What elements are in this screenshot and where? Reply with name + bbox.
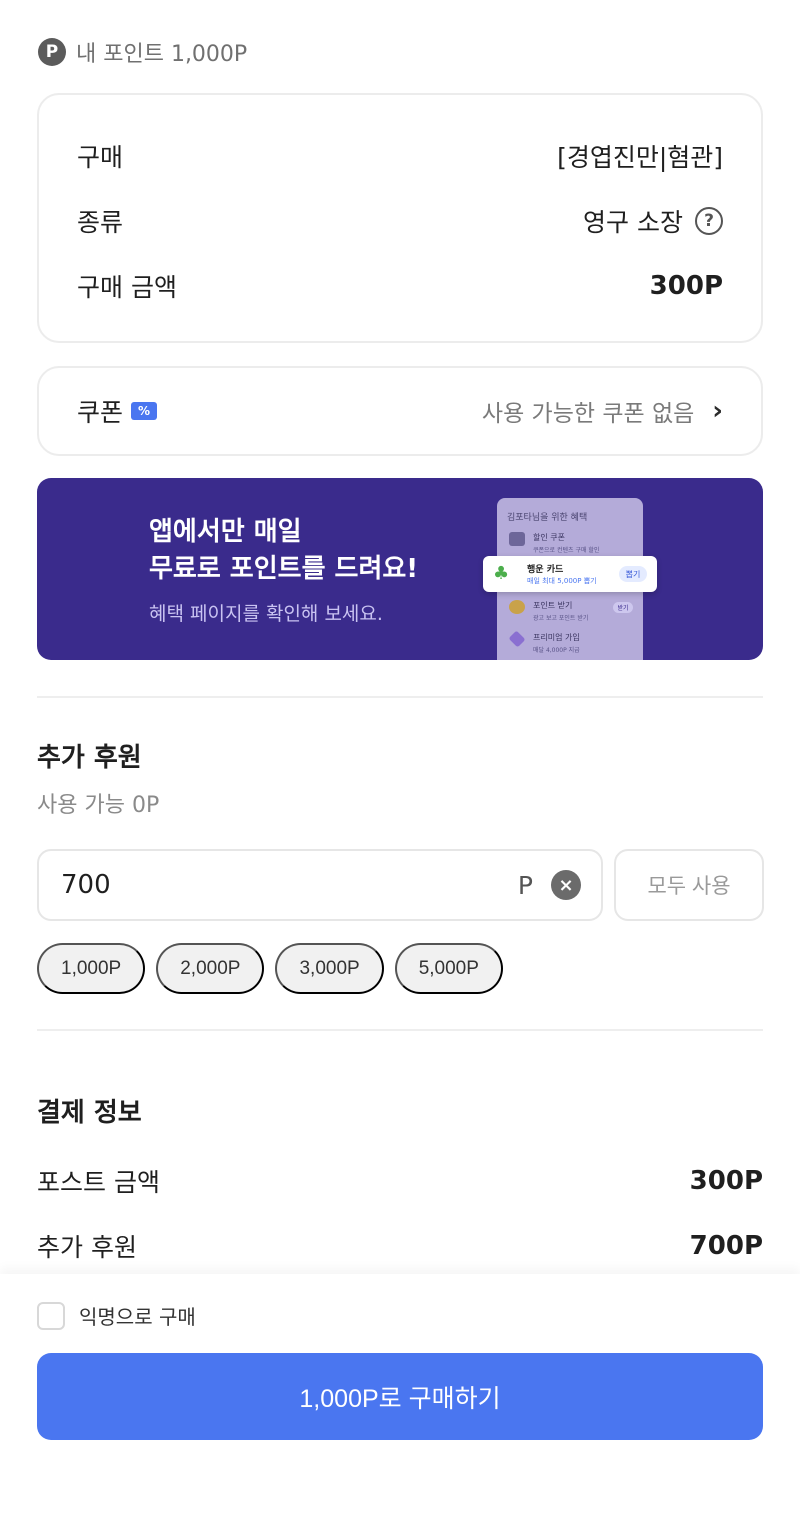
mockup-item-sub: 매달 4,000P 지급 xyxy=(533,647,580,654)
payment-row: 추가 후원 700P xyxy=(37,1228,763,1264)
donation-amount-field[interactable]: P × xyxy=(37,849,603,921)
amount-chip-1000[interactable]: 1,000P xyxy=(37,943,146,994)
chevron-right-icon: › xyxy=(712,396,723,426)
buy-button[interactable]: 1,000P로 구매하기 xyxy=(37,1353,763,1440)
coupon-icon: % xyxy=(131,402,158,420)
clear-icon[interactable]: × xyxy=(551,870,581,900)
purchase-summary-card: 구매 [경엽진만|혐관] 종류 영구 소장 ? 구매 금액 300P xyxy=(37,93,763,343)
anonymous-purchase-option[interactable]: 익명으로 구매 xyxy=(37,1301,196,1330)
coin-icon xyxy=(509,600,525,614)
anonymous-checkbox[interactable] xyxy=(37,1301,65,1330)
purchase-item-value: [경엽진만|혐관] xyxy=(557,142,723,172)
mockup-lucky-card: ♣ 행운 카드 매일 최대 5,000P 뽑기 뽑기 xyxy=(483,556,657,592)
mockup-item-title: 할인 쿠폰 xyxy=(533,533,565,542)
coupon-status-wrap: 사용 가능한 쿠폰 없음 › xyxy=(482,394,723,428)
diamond-icon xyxy=(508,630,526,648)
banner-subtitle: 혜택 페이지를 확인해 보세요. xyxy=(149,603,383,625)
clover-icon: ♣ xyxy=(493,563,510,584)
donation-available: 사용 가능 0P xyxy=(37,793,160,818)
payment-row: 포스트 금액 300P xyxy=(37,1163,763,1199)
coupon-label-wrap: 쿠폰 % xyxy=(77,393,158,429)
lucky-card-sub: 매일 최대 5,000P 뽑기 xyxy=(527,577,597,585)
banner-title: 앱에서만 매일 무료로 포인트를 드려요! xyxy=(149,514,418,588)
donation-unit: P xyxy=(517,870,533,900)
points-icon: P xyxy=(38,38,66,66)
bottom-action-bar: 익명으로 구매 1,000P로 구매하기 xyxy=(0,1274,800,1520)
mockup-item-title: 포인트 받기 xyxy=(533,601,573,610)
banner-title-line2: 무료로 포인트를 드려요! xyxy=(149,554,419,584)
purchase-amount-value: 300P xyxy=(649,270,723,301)
mockup-header: 김포타님을 위한 혜택 xyxy=(507,513,588,523)
payment-donation-value: 700P xyxy=(689,1231,763,1261)
purchase-type-value-wrap: 영구 소장 ? xyxy=(583,203,723,239)
help-icon[interactable]: ? xyxy=(695,206,723,235)
lucky-card-title: 행운 카드 xyxy=(527,565,564,575)
purchase-type-label: 종류 xyxy=(77,207,124,237)
ticket-icon xyxy=(509,532,525,546)
banner-title-line1: 앱에서만 매일 xyxy=(149,517,302,547)
mockup-item-title: 프리미엄 가입 xyxy=(533,633,580,642)
coupon-selector[interactable]: 쿠폰 % 사용 가능한 쿠폰 없음 › xyxy=(37,366,763,456)
purchase-amount-label: 구매 금액 xyxy=(77,272,177,302)
purchase-amount-row: 구매 금액 300P xyxy=(77,253,723,318)
amount-chip-3000[interactable]: 3,000P xyxy=(275,943,384,994)
purchase-item-label: 구매 xyxy=(77,142,124,172)
purchase-item-row: 구매 [경엽진만|혐관] xyxy=(77,123,723,188)
app-promo-banner[interactable]: 앱에서만 매일 무료로 포인트를 드려요! 혜택 페이지를 확인해 보세요. 김… xyxy=(37,478,763,660)
payment-title: 결제 정보 xyxy=(37,1098,142,1128)
section-divider xyxy=(37,696,763,698)
my-points: P 내 포인트 1,000P xyxy=(38,36,247,68)
payment-post-label: 포스트 금액 xyxy=(37,1168,160,1197)
my-points-text: 내 포인트 1,000P xyxy=(76,42,248,67)
mockup-item-sub: 광고 보고 포인트 받기 xyxy=(533,615,589,622)
donation-amount-input[interactable] xyxy=(61,870,518,900)
lucky-card-button: 뽑기 xyxy=(619,566,647,582)
amount-chip-5000[interactable]: 5,000P xyxy=(394,943,503,994)
amount-chip-2000[interactable]: 2,000P xyxy=(156,943,265,994)
coupon-label: 쿠폰 xyxy=(77,398,124,427)
amount-chips: 1,000P 2,000P 3,000P 5,000P xyxy=(37,943,503,994)
anonymous-label: 익명으로 구매 xyxy=(79,1305,196,1329)
section-divider xyxy=(37,1029,763,1031)
coupon-status: 사용 가능한 쿠폰 없음 xyxy=(481,401,695,427)
payment-post-value: 300P xyxy=(689,1166,763,1196)
mockup-item: 프리미엄 가입 매달 4,000P 지급 xyxy=(508,630,580,654)
purchase-type-value: 영구 소장 xyxy=(583,207,683,237)
payment-donation-label: 추가 후원 xyxy=(37,1233,137,1262)
donation-title: 추가 후원 xyxy=(37,743,142,773)
mockup-item: 할인 쿠폰 쿠폰으로 컨텐츠 구매 할인 xyxy=(509,532,599,554)
use-all-button[interactable]: 모두 사용 xyxy=(614,849,764,921)
mockup-item-sub: 쿠폰으로 컨텐츠 구매 할인 xyxy=(533,547,600,554)
mockup-item-button: 받기 xyxy=(613,602,633,613)
mockup-item: 포인트 받기 광고 보고 포인트 받기 xyxy=(509,600,588,622)
purchase-type-row: 종류 영구 소장 ? xyxy=(77,188,723,253)
